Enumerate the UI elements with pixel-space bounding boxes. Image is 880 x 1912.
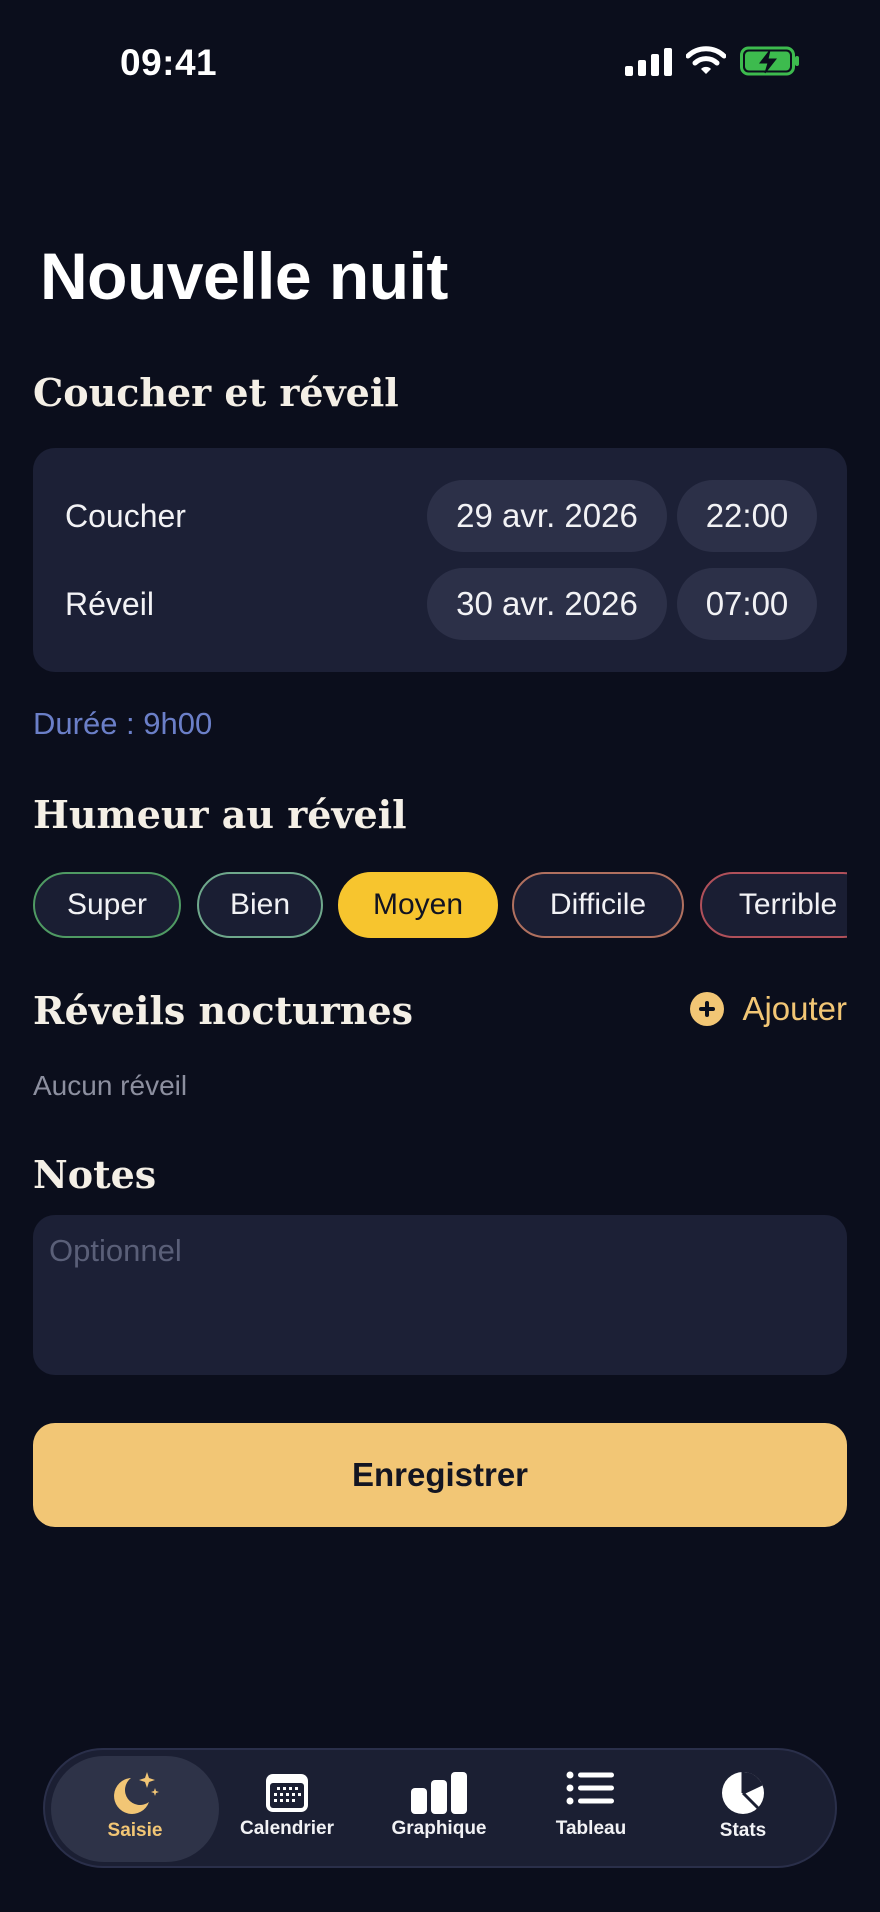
battery-charging-icon	[740, 46, 799, 76]
bedtime-time-picker[interactable]: 22:00	[677, 480, 817, 552]
status-bar: 09:41	[0, 0, 880, 130]
wakeup-row: Réveil 30 avr. 2026 07:00	[33, 568, 847, 640]
bedtime-row: Coucher 29 avr. 2026 22:00	[33, 480, 847, 552]
mood-chip-terrible[interactable]: Terrible	[700, 872, 847, 938]
wakeup-label: Réveil	[65, 586, 154, 622]
tab-label-saisie: Saisie	[107, 1820, 163, 1841]
calendar-icon	[266, 1774, 308, 1812]
list-icon	[566, 1771, 614, 1805]
mood-chip-difficile[interactable]: Difficile	[512, 872, 684, 938]
mood-section-title: Humeur au réveil	[33, 792, 407, 837]
bedtime-section-title: Coucher et réveil	[33, 370, 399, 415]
mood-chip-super[interactable]: Super	[33, 872, 181, 938]
tab-label-tableau: Tableau	[555, 1818, 627, 1839]
wakeup-time-picker[interactable]: 07:00	[677, 568, 817, 640]
status-time: 09:41	[120, 42, 218, 83]
plus-circle-icon	[690, 992, 725, 1026]
status-icons	[625, 46, 800, 76]
add-wakeup-button[interactable]: Ajouter	[690, 990, 847, 1028]
tab-bar: Saisie Calendrier Graphique Tableau Stat…	[43, 1748, 837, 1868]
save-button[interactable]: Enregistrer	[33, 1423, 847, 1527]
cellular-signal-icon	[625, 46, 672, 76]
tab-stats[interactable]: Stats	[659, 1756, 827, 1862]
mood-chip-moyen[interactable]: Moyen	[338, 872, 498, 938]
tab-calendrier[interactable]: Calendrier	[203, 1756, 371, 1862]
mood-chip-bien[interactable]: Bien	[197, 872, 323, 938]
wakeups-empty-text: Aucun réveil	[33, 1070, 188, 1101]
bedtime-date-picker[interactable]: 29 avr. 2026	[427, 480, 667, 552]
tab-tableau[interactable]: Tableau	[507, 1756, 675, 1862]
add-wakeup-label: Ajouter	[742, 990, 847, 1027]
sleep-duration: Durée : 9h00	[33, 706, 213, 741]
tab-label-stats: Stats	[719, 1820, 767, 1841]
tab-label-graphique: Graphique	[391, 1818, 487, 1839]
bedtime-label: Coucher	[65, 498, 186, 534]
pie-chart-icon	[722, 1772, 764, 1814]
wifi-icon	[686, 46, 726, 74]
notes-section-title: Notes	[33, 1152, 157, 1197]
notes-input[interactable]	[33, 1215, 847, 1375]
mood-chip-row: Super Bien Moyen Difficile Terrible	[33, 872, 847, 938]
bar-chart-icon	[411, 1772, 467, 1814]
tab-saisie[interactable]: Saisie	[51, 1756, 219, 1862]
wakeups-section-title: Réveils nocturnes	[33, 988, 414, 1033]
page-title: Nouvelle nuit	[40, 239, 448, 313]
tab-label-calendrier: Calendrier	[240, 1818, 334, 1839]
wakeup-date-picker[interactable]: 30 avr. 2026	[427, 568, 667, 640]
bedtime-card: Coucher 29 avr. 2026 22:00 Réveil 30 avr…	[33, 448, 847, 672]
tab-graphique[interactable]: Graphique	[355, 1756, 523, 1862]
moon-stars-icon	[114, 1772, 159, 1814]
